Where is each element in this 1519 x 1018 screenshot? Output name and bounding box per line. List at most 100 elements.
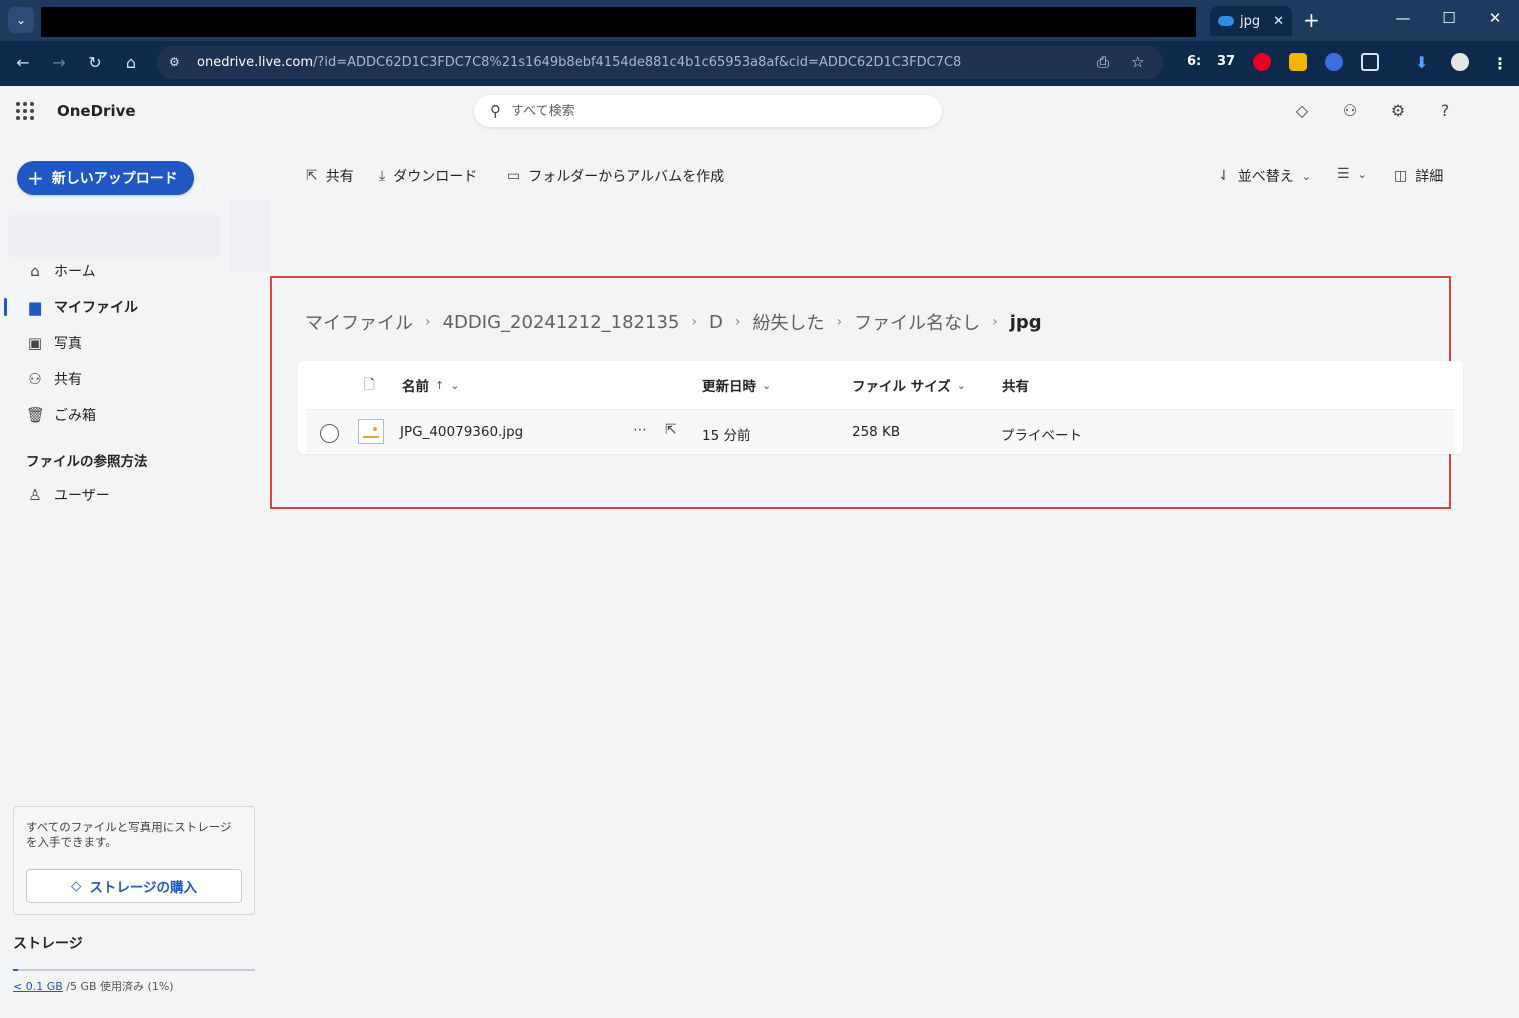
column-header-name[interactable]: 名前 ↑ ⌄: [402, 375, 460, 396]
new-tab-button[interactable]: +: [1303, 8, 1320, 32]
tab-strip: [41, 7, 1196, 37]
sidebar-item-people[interactable]: ♙ ユーザー: [26, 483, 110, 507]
download-command[interactable]: ⤓ ダウンロード: [379, 166, 477, 186]
breadcrumb-item[interactable]: D: [709, 312, 723, 333]
search-box[interactable]: ⚲: [474, 95, 942, 127]
extension-timer-hours[interactable]: 6:: [1187, 54, 1201, 69]
column-header-sharing[interactable]: 共有: [1002, 375, 1029, 395]
people-icon: ⚇: [28, 370, 42, 388]
view-options-command[interactable]: ☰ ⌄: [1337, 166, 1367, 182]
download-icon[interactable]: ⬇: [1415, 53, 1433, 72]
file-sharing: プライベート: [1001, 428, 1082, 444]
reload-icon[interactable]: ↻: [84, 53, 106, 72]
share-command[interactable]: ⇱ 共有: [306, 166, 354, 186]
breadcrumb-item[interactable]: 紛失した: [752, 309, 824, 335]
storage-promo-text: すべてのファイルと写真用にストレージを入手できます。: [26, 820, 232, 849]
buy-storage-label: ストレージの購入: [89, 880, 198, 896]
details-command[interactable]: ◫ 詳細: [1394, 166, 1443, 186]
storage-total: /5 GB 使用済み (1%): [66, 980, 174, 993]
chevron-down-icon: ⌄: [956, 378, 967, 392]
sort-icon: ⇃: [1218, 168, 1230, 184]
details-label: 詳細: [1415, 169, 1444, 185]
share-icon: ⇱: [306, 168, 318, 184]
row-share-icon[interactable]: ⇱: [665, 422, 677, 438]
browser-tab[interactable]: jpg ✕: [1210, 6, 1292, 36]
file-name[interactable]: JPG_40079360.jpg: [400, 424, 523, 440]
storage-title[interactable]: ストレージ: [13, 933, 83, 953]
list-view-icon: ☰: [1337, 166, 1350, 182]
breadcrumb-item[interactable]: ファイル名なし: [854, 309, 980, 335]
more-actions-icon[interactable]: ⋯: [633, 422, 647, 438]
app-launcher-icon[interactable]: [16, 102, 34, 120]
chevron-down-icon: ⌄: [762, 378, 772, 392]
table-row[interactable]: JPG_40079360.jpg ⋯ ⇱ 15 分前 258 KB プライベート: [306, 409, 1455, 453]
new-upload-button[interactable]: + 新しいアップロード: [17, 161, 194, 195]
chevron-down-icon: ⌄: [1301, 169, 1311, 183]
tab-close-icon[interactable]: ✕: [1273, 14, 1284, 29]
extension-yellow-icon[interactable]: [1289, 53, 1307, 71]
help-icon[interactable]: ?: [1434, 101, 1456, 120]
profile-avatar[interactable]: [1451, 53, 1469, 71]
file-list: 🗋︎ 名前 ↑ ⌄ 更新日時 ⌄ ファイル サイズ ⌄ 共有 JPG_40079…: [298, 361, 1463, 454]
back-arrow-icon[interactable]: ←: [12, 53, 34, 72]
sidebar-item-label: マイファイル: [54, 300, 138, 316]
sidebar-item-label: 共有: [54, 372, 82, 388]
install-app-icon[interactable]: ⎙: [1097, 53, 1109, 71]
browser-menu-icon[interactable]: ⋮: [1492, 54, 1508, 73]
sort-label: 並べ替え: [1237, 169, 1294, 185]
browser-tab-bar: ⌄ jpg ✕ + — ☐ ✕: [0, 0, 1519, 41]
search-input[interactable]: [511, 103, 911, 119]
site-info-icon[interactable]: ⚙: [169, 55, 185, 71]
browse-heading: ファイルの参照方法: [26, 454, 148, 470]
download-icon: ⤓: [379, 168, 386, 184]
column-header-label: ファイル サイズ: [852, 379, 951, 395]
sidebar-item-photos[interactable]: ▣ 写真: [26, 331, 82, 355]
chevron-right-icon: ›: [734, 314, 741, 330]
sidebar-item-shared[interactable]: ⚇ 共有: [26, 367, 82, 391]
file-size: 258 KB: [852, 424, 901, 440]
bookmark-star-icon[interactable]: ☆: [1131, 53, 1144, 71]
column-header-label: 共有: [1002, 379, 1029, 395]
home-icon[interactable]: ⌂: [120, 53, 142, 72]
sidebar-item-my-files[interactable]: ▆ マイファイル: [26, 295, 138, 319]
settings-gear-icon[interactable]: ⚙: [1387, 101, 1409, 120]
forward-arrow-icon[interactable]: →: [48, 53, 70, 72]
sidebar-item-recycle-bin[interactable]: 🗑︎ ごみ箱: [26, 403, 96, 427]
minimize-button[interactable]: —: [1393, 9, 1413, 27]
url-path: /?id=ADDC62D1C3FDC7C8%21s1649b8ebf4154de…: [313, 55, 962, 70]
tab-search-chevron-icon[interactable]: ⌄: [8, 7, 34, 33]
chevron-right-icon: ›: [425, 314, 431, 330]
file-type-header-icon[interactable]: 🗋︎: [364, 375, 375, 398]
extension-timer-minutes[interactable]: 37: [1217, 54, 1235, 69]
row-select-radio[interactable]: [320, 424, 339, 443]
extensions-puzzle-icon[interactable]: [1361, 53, 1379, 71]
column-header-modified[interactable]: 更新日時 ⌄: [702, 375, 772, 396]
album-icon: ▭: [507, 168, 521, 184]
breadcrumb-item[interactable]: マイファイル: [305, 309, 413, 335]
address-bar[interactable]: ⚙ onedrive.live.com /?id=ADDC62D1C3FDC7C…: [157, 46, 1163, 79]
storage-used-link[interactable]: < 0.1 GB: [13, 980, 63, 993]
sort-command[interactable]: ⇃ 並べ替え ⌄: [1218, 166, 1311, 186]
window-close-button[interactable]: ✕: [1485, 9, 1505, 27]
image-file-icon: [358, 419, 384, 444]
people-share-icon[interactable]: ⚇: [1339, 101, 1361, 120]
breadcrumb-item[interactable]: 4DDIG_20241212_182135: [443, 312, 680, 333]
chevron-down-icon: ⌄: [450, 378, 460, 392]
sidebar-item-label: ユーザー: [54, 488, 110, 504]
storage-usage: < 0.1 GB /5 GB 使用済み (1%): [13, 978, 174, 994]
buy-storage-button[interactable]: ◇ ストレージの購入: [26, 869, 242, 903]
extension-check-icon[interactable]: [1325, 53, 1343, 71]
create-album-command[interactable]: ▭ フォルダーからアルバムを作成: [507, 166, 724, 186]
app-brand[interactable]: OneDrive: [57, 102, 136, 120]
pinterest-icon[interactable]: [1253, 53, 1271, 71]
sidebar-item-home[interactable]: ⌂ ホーム: [26, 259, 96, 283]
tab-title: jpg: [1240, 13, 1261, 29]
sidebar-item-label: ホーム: [54, 264, 96, 280]
column-header-label: 名前: [402, 379, 429, 395]
chevron-down-icon: ⌄: [1357, 167, 1367, 181]
new-upload-label: 新しいアップロード: [51, 171, 178, 187]
premium-diamond-icon[interactable]: ◇: [1291, 101, 1313, 120]
details-pane-icon: ◫: [1394, 168, 1408, 184]
column-header-size[interactable]: ファイル サイズ ⌄: [852, 375, 967, 396]
maximize-button[interactable]: ☐: [1439, 9, 1459, 27]
